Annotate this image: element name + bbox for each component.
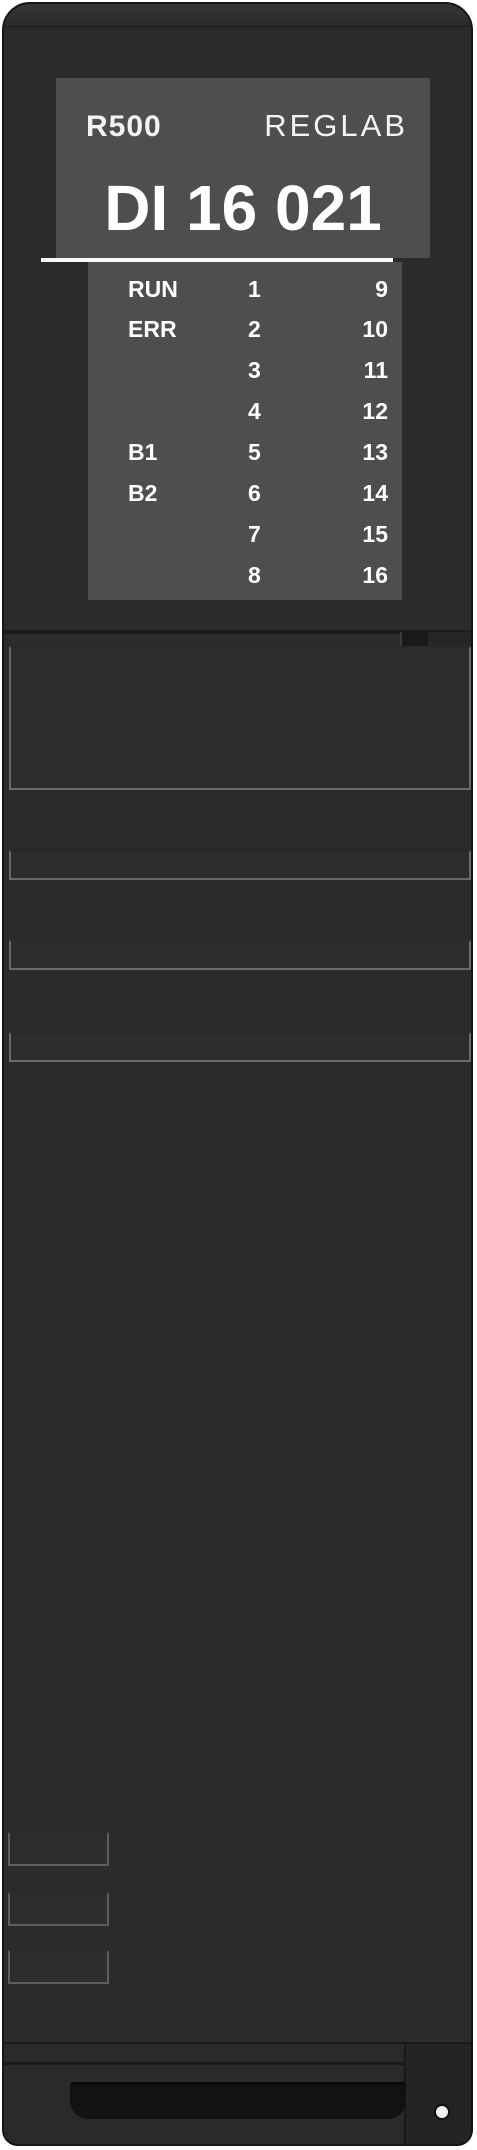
io-row: 3 11 (88, 357, 402, 393)
channel-number: 10 (362, 316, 388, 342)
vent-groove (9, 940, 471, 970)
module-label-panel: R500 REGLAB DI 16 021 (56, 78, 430, 258)
channel-number: 5 (248, 439, 261, 465)
channel-number: 16 (362, 562, 388, 588)
channel-number: 13 (362, 439, 388, 465)
vent-groove (9, 850, 471, 880)
channel-number: 11 (363, 357, 388, 383)
foot-slot (8, 1950, 109, 1984)
io-row: B2 6 14 (88, 480, 402, 516)
foot-slot (8, 1892, 109, 1926)
corner-block (404, 2044, 471, 2144)
io-row: B1 5 13 (88, 439, 402, 475)
module-top-lip (4, 4, 471, 27)
din-rail-slot[interactable] (70, 2082, 406, 2119)
status-label: ERR (128, 316, 177, 342)
brand-logo: REGLAB (264, 108, 408, 143)
channel-number: 2 (248, 316, 261, 342)
io-row: 8 16 (88, 562, 402, 598)
status-label: RUN (128, 276, 178, 302)
channel-number: 15 (362, 521, 388, 547)
io-row: 4 12 (88, 398, 402, 434)
io-row: RUN 1 9 (88, 276, 402, 312)
io-row: 7 15 (88, 521, 402, 557)
io-module-housing: R500 REGLAB DI 16 021 RUN 1 9 ERR 2 10 3… (2, 2, 473, 2146)
screw-icon[interactable] (434, 2104, 450, 2120)
channel-number: 9 (375, 276, 388, 302)
status-label: B2 (128, 480, 158, 506)
foot-slot (8, 1832, 109, 1866)
model-label: R500 (86, 110, 162, 143)
channel-number: 3 (248, 357, 261, 383)
module-base (4, 2042, 471, 2144)
base-ridge (4, 2062, 471, 2065)
status-label: B1 (128, 439, 158, 465)
io-row: ERR 2 10 (88, 316, 402, 352)
channel-number: 14 (362, 480, 388, 506)
io-indicator-panel: RUN 1 9 ERR 2 10 3 11 4 12 B1 5 13 B2 6 … (88, 262, 402, 600)
channel-number: 4 (248, 398, 261, 424)
channel-number: 7 (248, 521, 261, 547)
channel-number: 8 (248, 562, 261, 588)
channel-number: 1 (248, 276, 261, 302)
module-title: DI 16 021 (104, 172, 382, 244)
front-cover-recess (9, 646, 471, 790)
channel-number: 12 (362, 398, 388, 424)
channel-number: 6 (248, 480, 261, 506)
vent-groove (9, 1032, 471, 1062)
